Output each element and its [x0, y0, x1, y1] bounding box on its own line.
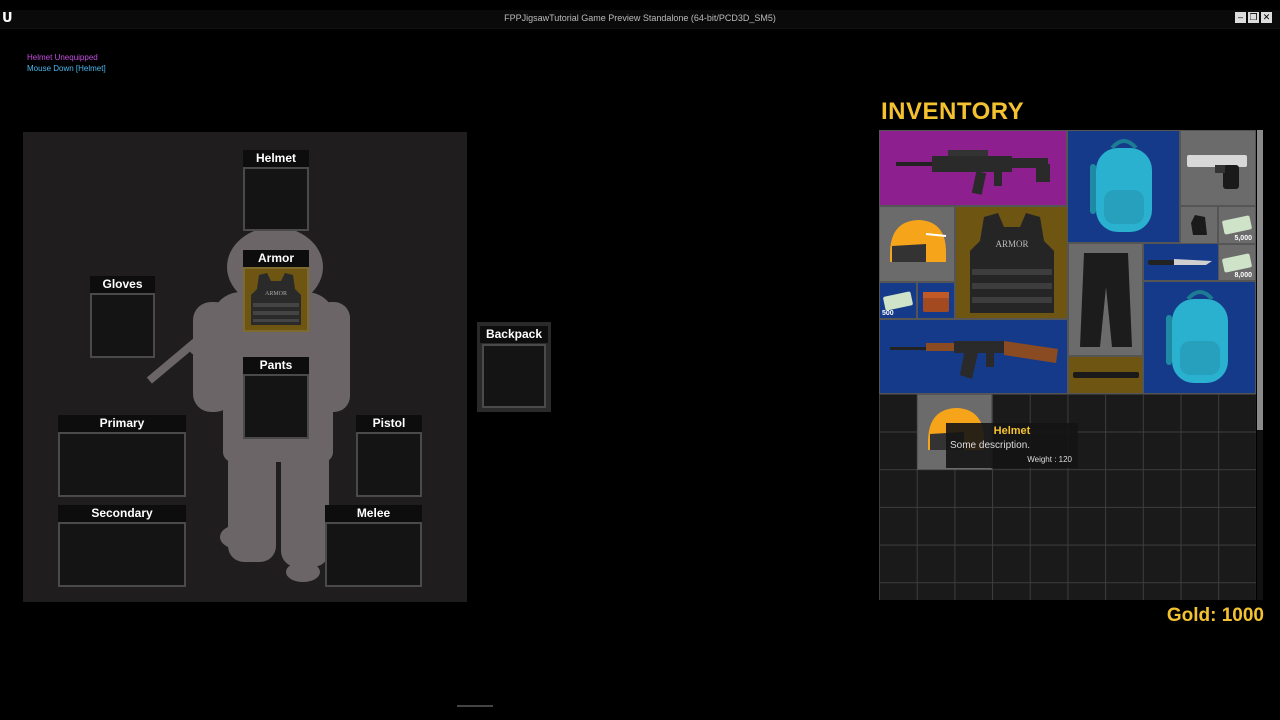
helmet-slot-box[interactable]: [243, 167, 309, 231]
backpack-slot-box[interactable]: [482, 344, 546, 408]
pistol-slot-box[interactable]: [356, 432, 422, 497]
armor-slot-label: Armor: [243, 250, 309, 267]
inventory-item-pants[interactable]: [1068, 243, 1143, 356]
money-value: 500: [882, 310, 894, 317]
window-title: FPPJigsawTutorial Game Preview Standalon…: [504, 13, 776, 23]
svg-text:ARMOR: ARMOR: [995, 239, 1028, 249]
pistol-icon: [1187, 155, 1247, 189]
primary-slot[interactable]: Primary: [58, 415, 186, 497]
armor-slot-box[interactable]: ARMOR: [243, 267, 309, 332]
secondary-slot[interactable]: Secondary: [58, 505, 186, 587]
inventory-item-pistol[interactable]: [1180, 130, 1256, 206]
helmet-slot-label: Helmet: [243, 150, 309, 167]
backpack-icon: [1089, 139, 1152, 232]
silencer-icon: [1072, 372, 1139, 378]
inventory-item-knife[interactable]: [1143, 243, 1219, 281]
inventory-item-helmet[interactable]: [879, 206, 955, 282]
primary-slot-box[interactable]: [58, 432, 186, 497]
gloves-slot-label: Gloves: [90, 276, 155, 293]
close-icon[interactable]: ✕: [1261, 12, 1272, 23]
inventory-item-rifle[interactable]: [879, 130, 1067, 206]
glove-icon: [1191, 215, 1207, 235]
melee-slot-label: Melee: [325, 505, 422, 522]
inventory-item-gloves[interactable]: [1180, 206, 1218, 244]
debug-log-line: Helmet Unequipped: [27, 53, 98, 62]
bottom-indicator: [457, 705, 493, 707]
pants-slot[interactable]: Pants: [243, 357, 309, 439]
window-title-bar: U FPPJigsawTutorial Game Preview Standal…: [0, 10, 1280, 29]
pants-slot-box[interactable]: [243, 374, 309, 439]
inventory-item-silencer[interactable]: [1068, 356, 1143, 394]
tooltip-item-description: Some description.: [950, 440, 1031, 451]
inventory-grid[interactable]: ARMOR 5,000 8,000 500: [879, 130, 1256, 600]
melee-slot[interactable]: Melee: [325, 505, 422, 587]
pistol-slot-label: Pistol: [356, 415, 422, 432]
helmet-slot[interactable]: Helmet: [243, 150, 309, 231]
inventory-item-armor[interactable]: ARMOR: [955, 206, 1068, 319]
money-icon: [883, 291, 913, 310]
backpack-slot[interactable]: Backpack: [477, 322, 551, 412]
secondary-slot-label: Secondary: [58, 505, 186, 522]
inventory-item-money[interactable]: 8,000: [1218, 244, 1256, 281]
debug-log-line: Mouse Down [Helmet]: [27, 64, 106, 73]
item-tooltip: Helmet Some description. Weight : 120: [946, 423, 1078, 468]
helmet-icon: [890, 220, 947, 262]
inventory-item-backpack[interactable]: [1143, 281, 1256, 394]
money-value: 5,000: [1234, 235, 1252, 242]
minimize-icon[interactable]: –: [1235, 12, 1246, 23]
svg-text:ARMOR: ARMOR: [265, 291, 287, 297]
backpack-icon: [1165, 290, 1228, 383]
pistol-slot[interactable]: Pistol: [356, 415, 422, 497]
equipment-panel: Helmet Armor ARMOR Gloves Pants Primary …: [23, 132, 467, 602]
secondary-slot-box[interactable]: [58, 522, 186, 587]
melee-slot-box[interactable]: [325, 522, 422, 587]
restore-icon[interactable]: ❐: [1248, 12, 1259, 23]
assault-rifle-icon: [896, 150, 1050, 195]
armor-slot[interactable]: Armor ARMOR: [243, 250, 309, 332]
armor-vest-icon: ARMOR: [251, 273, 301, 325]
money-icon: [1222, 253, 1252, 272]
gloves-slot[interactable]: Gloves: [90, 276, 155, 358]
inventory-item-money[interactable]: 500: [879, 282, 917, 319]
inventory-scrollbar[interactable]: [1257, 130, 1263, 600]
pants-slot-label: Pants: [243, 357, 309, 374]
wallet-icon: [923, 291, 949, 312]
tooltip-item-weight: Weight : 120: [1027, 455, 1072, 464]
pants-icon: [1079, 253, 1132, 347]
money-value: 8,000: [1234, 272, 1252, 279]
primary-slot-label: Primary: [58, 415, 186, 432]
knife-icon: [1148, 259, 1212, 265]
ak-rifle-icon: [890, 340, 1058, 379]
gold-counter: Gold: 1000: [1166, 605, 1264, 626]
inventory-title: INVENTORY: [881, 98, 1025, 125]
inventory-scrollbar-thumb[interactable]: [1257, 130, 1263, 430]
inventory-item-money[interactable]: 5,000: [1218, 206, 1256, 244]
inventory-item-ak-rifle[interactable]: [879, 319, 1068, 394]
gloves-slot-box[interactable]: [90, 293, 155, 358]
tooltip-item-name: Helmet: [993, 425, 1031, 437]
armor-vest-icon: ARMOR: [969, 212, 1054, 313]
backpack-slot-label: Backpack: [480, 326, 548, 343]
money-icon: [1222, 215, 1252, 235]
inventory-item-backpack[interactable]: [1067, 130, 1180, 243]
inventory-item-wallet[interactable]: [917, 282, 955, 319]
